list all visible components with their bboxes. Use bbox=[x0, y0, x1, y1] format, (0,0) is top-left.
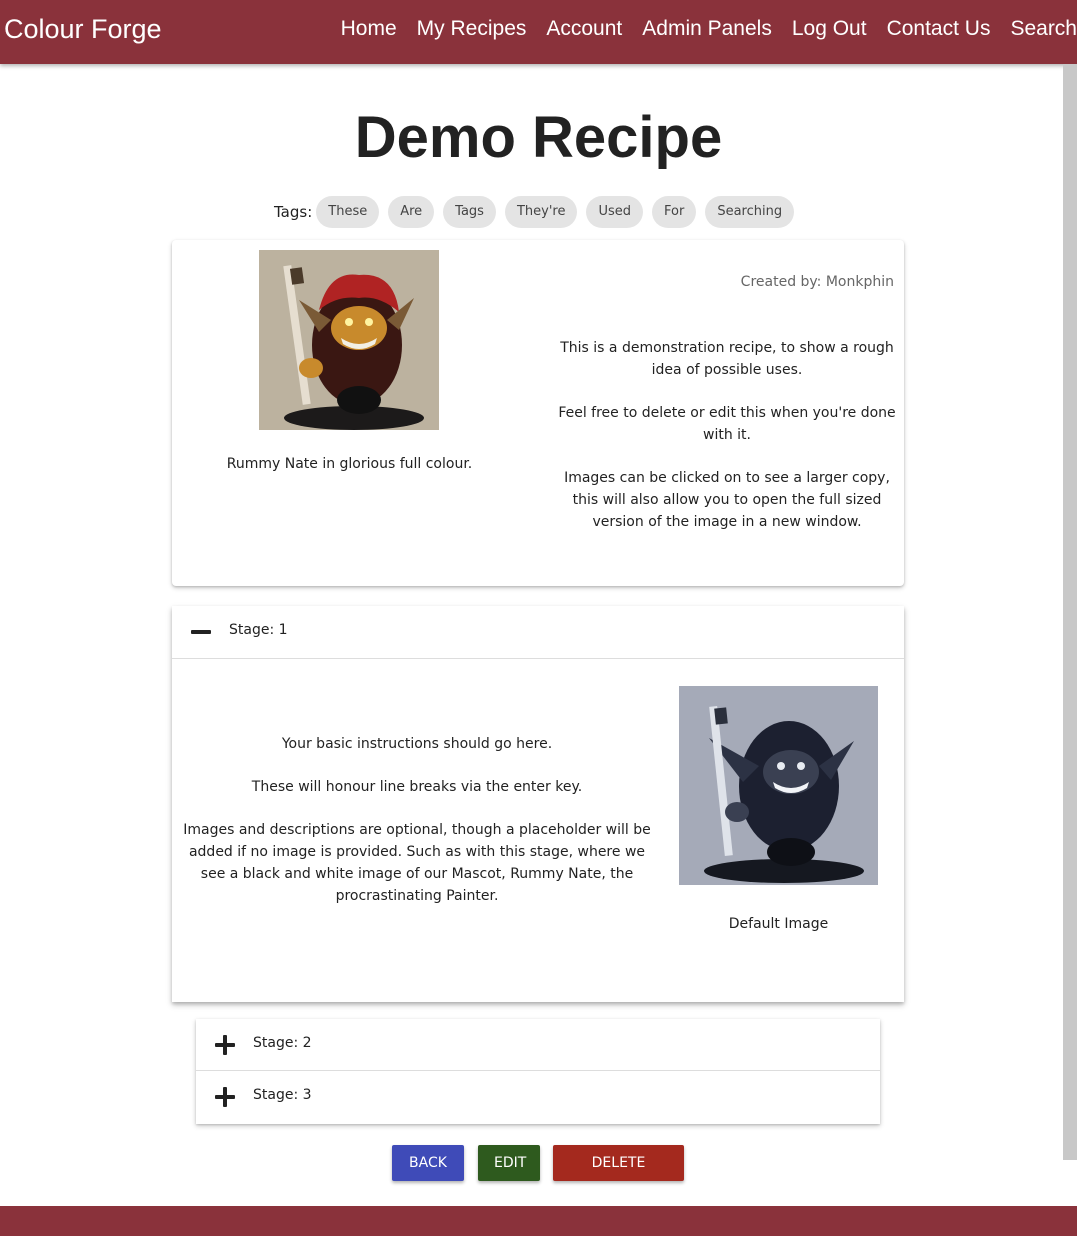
instruction-paragraph: Your basic instructions should go here. bbox=[281, 736, 553, 752]
nav-link-account[interactable]: Account bbox=[546, 17, 622, 41]
stage-image[interactable] bbox=[679, 686, 878, 885]
tag-chip[interactable]: Searching bbox=[705, 196, 795, 228]
stage-panel-expanded: Stage: 1 Your basic instructions should … bbox=[172, 606, 904, 1002]
minus-icon bbox=[191, 630, 211, 634]
instruction-paragraph: These will honour line breaks via the en… bbox=[251, 779, 583, 795]
navbar: Colour Forge Home My Recipes Account Adm… bbox=[0, 0, 1077, 64]
tag-chip[interactable]: They're bbox=[504, 196, 578, 228]
nav-link-log-out[interactable]: Log Out bbox=[792, 17, 867, 41]
plus-icon bbox=[215, 1035, 235, 1055]
created-by-label: Created by: Monkphin bbox=[740, 274, 894, 290]
tags-label: Tags: bbox=[274, 203, 313, 221]
nav-link-contact-us[interactable]: Contact Us bbox=[887, 17, 991, 41]
edit-button[interactable]: EDIT bbox=[478, 1145, 540, 1181]
tag-chip[interactable]: Are bbox=[388, 196, 435, 228]
tag-list: Tags: These Are Tags They're Used For Se… bbox=[274, 196, 803, 228]
tag-chip[interactable]: Tags bbox=[443, 196, 496, 228]
recipe-summary-card: Rummy Nate in glorious full colour. Crea… bbox=[172, 240, 904, 586]
nav-link-search[interactable]: Search bbox=[1010, 17, 1077, 41]
tag-chip[interactable]: These bbox=[316, 196, 380, 228]
delete-recipe-button[interactable]: DELETE RECIPE bbox=[553, 1145, 684, 1207]
stage-instructions: Your basic instructions should go here. … bbox=[182, 733, 652, 928]
plus-icon bbox=[215, 1087, 235, 1107]
brand-logo-text[interactable]: Colour Forge bbox=[4, 14, 162, 45]
footer bbox=[0, 1206, 1077, 1236]
nav-link-admin-panels[interactable]: Admin Panels bbox=[642, 17, 772, 41]
description-paragraph: This is a demonstration recipe, to show … bbox=[560, 340, 894, 378]
tag-chip[interactable]: For bbox=[652, 196, 697, 228]
nav-link-home[interactable]: Home bbox=[341, 17, 397, 41]
stage-header-2[interactable]: Stage: 2 bbox=[196, 1019, 880, 1071]
recipe-image-caption: Rummy Nate in glorious full colour. bbox=[226, 456, 473, 472]
recipe-hero-image[interactable] bbox=[259, 250, 439, 430]
collapsed-stages-list: Stage: 2 Stage: 3 bbox=[196, 1019, 880, 1124]
stage-label: Stage: 3 bbox=[253, 1087, 312, 1103]
instruction-paragraph: Images and descriptions are optional, th… bbox=[183, 822, 651, 904]
stage-header[interactable]: Stage: 1 bbox=[172, 606, 904, 659]
nav-link-my-recipes[interactable]: My Recipes bbox=[417, 17, 527, 41]
description-paragraph: Feel free to delete or edit this when yo… bbox=[558, 405, 896, 443]
nav-links: Home My Recipes Account Admin Panels Log… bbox=[321, 17, 1077, 41]
page-title: Demo Recipe bbox=[354, 105, 723, 170]
back-button[interactable]: BACK bbox=[392, 1145, 464, 1181]
stage-label: Stage: 2 bbox=[253, 1035, 312, 1051]
recipe-description: This is a demonstration recipe, to show … bbox=[557, 337, 897, 554]
description-paragraph: Images can be clicked on to see a larger… bbox=[564, 470, 890, 530]
stage-header-3[interactable]: Stage: 3 bbox=[196, 1071, 880, 1124]
tag-chip[interactable]: Used bbox=[586, 196, 644, 228]
page-scrollbar[interactable] bbox=[1063, 64, 1077, 1160]
stage-label: Stage: 1 bbox=[229, 622, 288, 638]
stage-image-caption: Default Image bbox=[728, 916, 829, 932]
